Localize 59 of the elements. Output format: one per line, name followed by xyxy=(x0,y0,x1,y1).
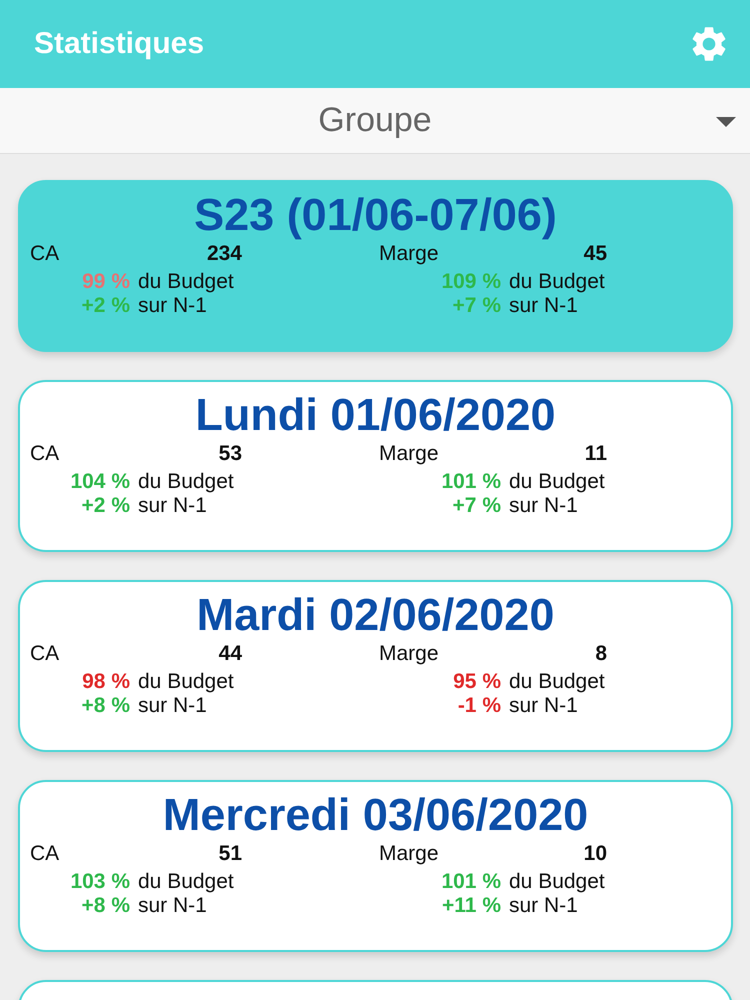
percent-label: du Budget xyxy=(508,470,605,494)
percent-label: sur N-1 xyxy=(508,494,578,518)
percent-value: +7 % xyxy=(452,494,501,518)
metric-label: CA xyxy=(30,842,60,866)
metric-value: 8 xyxy=(595,642,607,666)
stat-card[interactable]: Lundi 01/06/2020 CA 53 104 % du Budget +2 % sur N-1 Marge 11 101 % du Budget +7 % sur N-1 xyxy=(18,380,733,552)
percent-value: 99 % xyxy=(82,270,130,294)
metric-label: Marge xyxy=(379,842,439,866)
percent-value: 98 % xyxy=(82,670,130,694)
percent-value: 95 % xyxy=(453,670,501,694)
metric-value: 11 xyxy=(584,442,607,466)
stat-card[interactable]: S23 (01/06-07/06) CA 234 99 % du Budget +2 % sur N-1 Marge 45 109 % du Budget +7 % sur N-1 xyxy=(18,180,733,352)
percent-label: du Budget xyxy=(137,670,234,694)
percent-label: sur N-1 xyxy=(137,494,207,518)
percent-value: +7 % xyxy=(452,294,501,318)
percent-value: 103 % xyxy=(70,870,130,894)
metric-value: 53 xyxy=(218,442,242,466)
percent-label: du Budget xyxy=(508,870,605,894)
metric-label: CA xyxy=(30,642,60,666)
metric-label: CA xyxy=(30,242,60,266)
metric-label: CA xyxy=(30,442,60,466)
metric-label: Marge xyxy=(379,642,439,666)
percent-value: +2 % xyxy=(82,494,130,518)
metric-value: 45 xyxy=(584,242,607,266)
stat-card[interactable]: Mercredi 03/06/2020 CA 51 103 % du Budget +8 % sur N-1 Marge 10 101 % du Budget +11 % sur N-1 xyxy=(18,780,733,952)
card-title: S23 (01/06-07/06) xyxy=(193,188,558,242)
percent-value: +8 % xyxy=(82,694,130,718)
group-dropdown[interactable]: Groupe xyxy=(0,88,750,154)
card-title: Mardi 02/06/2020 xyxy=(196,588,556,642)
percent-label: du Budget xyxy=(137,270,234,294)
percent-value: +8 % xyxy=(82,894,130,918)
stat-card[interactable]: Mardi 02/06/2020 CA 44 98 % du Budget +8 % sur N-1 Marge 8 95 % du Budget -1 % sur N-1 xyxy=(18,580,733,752)
card-title: Lundi 01/06/2020 xyxy=(194,388,557,442)
percent-label: du Budget xyxy=(508,270,605,294)
percent-value: 101 % xyxy=(441,470,501,494)
metric-value: 51 xyxy=(218,842,242,866)
percent-label: du Budget xyxy=(508,670,605,694)
percent-label: sur N-1 xyxy=(137,694,207,718)
percent-label: sur N-1 xyxy=(508,294,578,318)
caret-icon xyxy=(716,117,736,127)
percent-label: sur N-1 xyxy=(508,694,578,718)
percent-value: +11 % xyxy=(442,894,501,918)
metric-value: 10 xyxy=(584,842,607,866)
percent-label: sur N-1 xyxy=(137,294,207,318)
metric-label: Marge xyxy=(379,242,439,266)
card-title: Mercredi 03/06/2020 xyxy=(162,788,590,842)
percent-label: du Budget xyxy=(137,870,234,894)
metric-label: Marge xyxy=(379,442,439,466)
percent-label: sur N-1 xyxy=(508,894,578,918)
percent-value: +2 % xyxy=(82,294,130,318)
percent-value: 101 % xyxy=(441,870,501,894)
app-title: Statistiques xyxy=(34,27,204,61)
metric-value: 234 xyxy=(206,242,242,266)
percent-value: 109 % xyxy=(441,270,501,294)
percent-value: -1 % xyxy=(458,694,501,718)
metric-value: 44 xyxy=(218,642,242,666)
percent-value: 104 % xyxy=(70,470,130,494)
percent-label: du Budget xyxy=(137,470,234,494)
percent-label: sur N-1 xyxy=(137,894,207,918)
